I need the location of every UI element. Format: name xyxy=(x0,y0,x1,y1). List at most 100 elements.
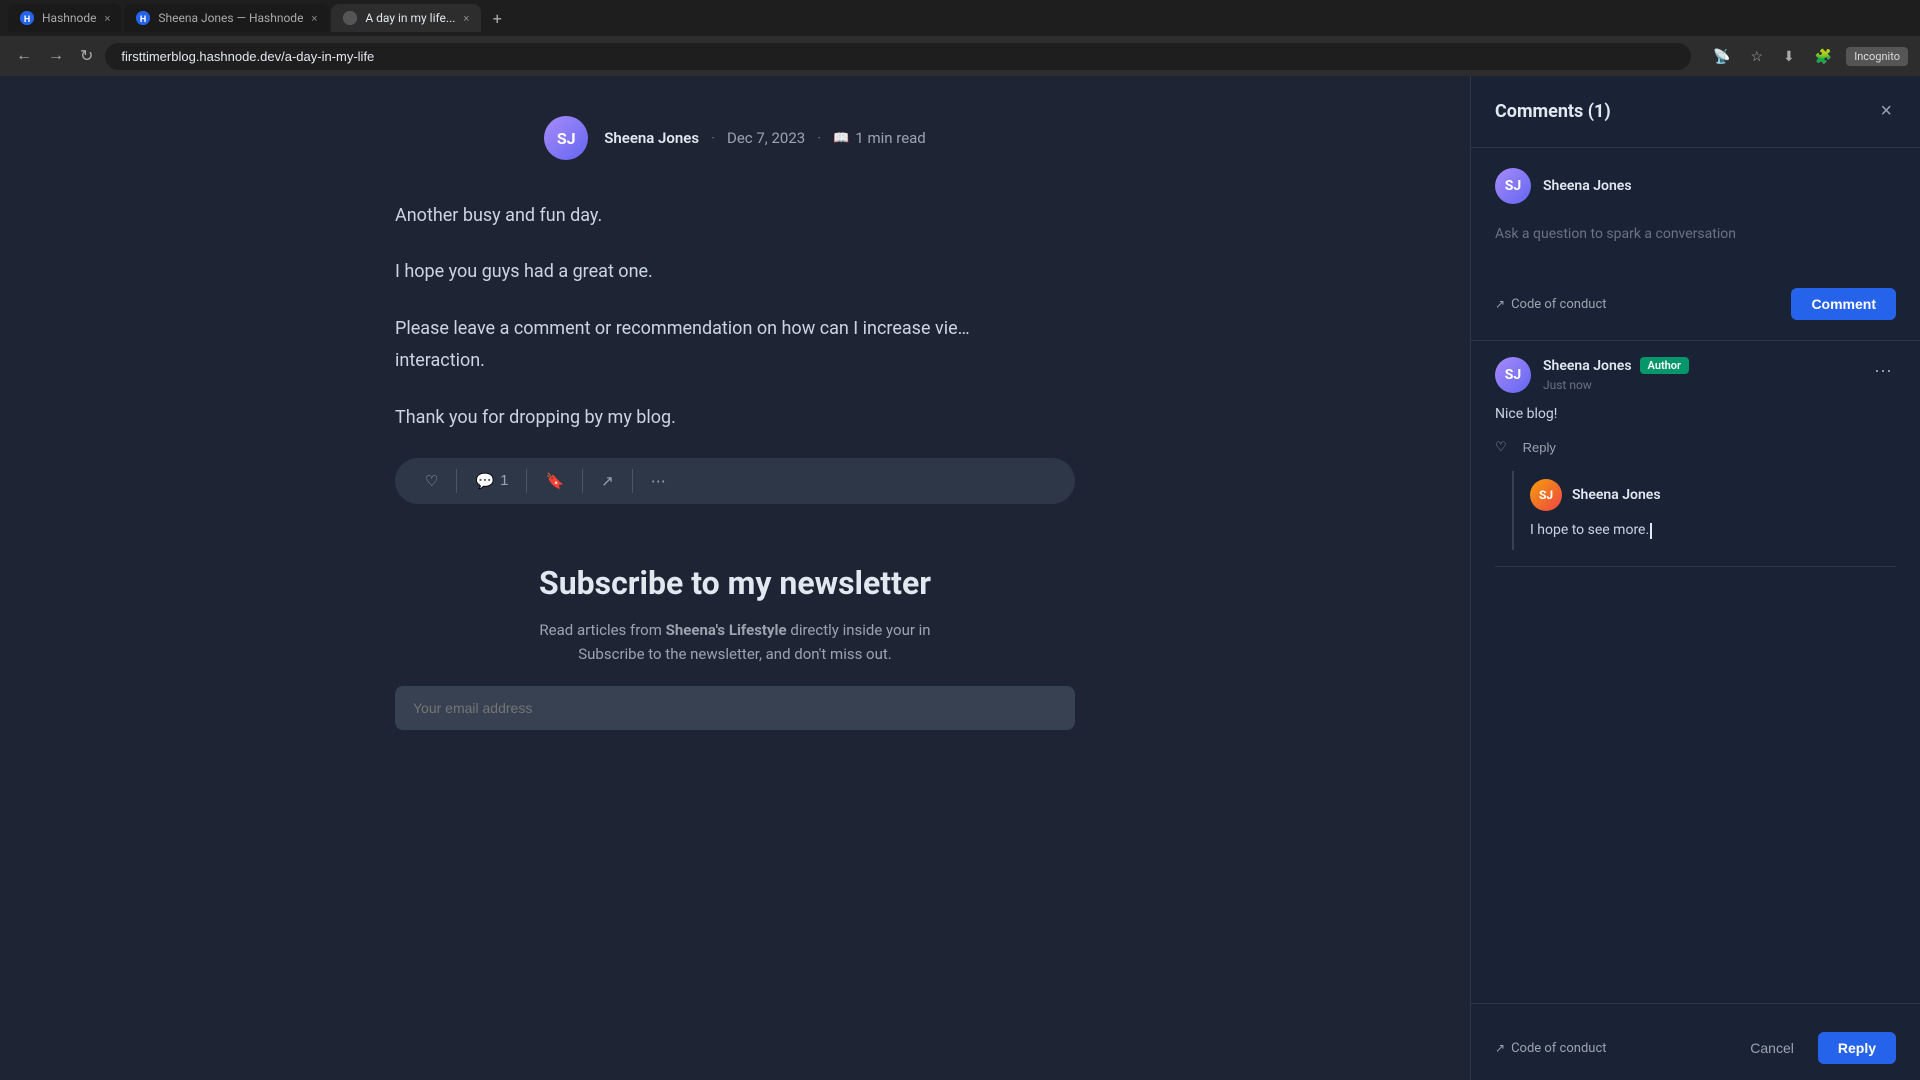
tab-hashnode[interactable]: H Hashnode × xyxy=(8,4,122,32)
post-body: Another busy and fun day. I hope you guy… xyxy=(395,200,1075,504)
extension-button[interactable]: 🧩 xyxy=(1809,44,1838,69)
reply-author-name: Sheena Jones xyxy=(1572,487,1661,503)
tab-aday[interactable]: A day in my life... × xyxy=(331,4,481,32)
forward-button[interactable]: → xyxy=(44,43,68,69)
download-button[interactable]: ⬇ xyxy=(1777,44,1801,69)
code-of-conduct-label-2: Code of conduct xyxy=(1511,1041,1606,1056)
comments-close-button[interactable]: × xyxy=(1876,96,1896,127)
url-input[interactable] xyxy=(105,43,1691,70)
like-button[interactable]: ♡ xyxy=(415,466,448,496)
comment-text: Nice blog! xyxy=(1495,403,1896,425)
comments-count: 1 xyxy=(1594,101,1604,122)
comment-like-icon: ♡ xyxy=(1495,439,1507,455)
hashnode-favicon-icon: H xyxy=(20,11,34,25)
new-tab-button[interactable]: + xyxy=(483,4,511,32)
tab-aday-label: A day in my life... xyxy=(365,11,455,25)
paragraph-4: Thank you for dropping by my blog. xyxy=(395,402,1075,434)
code-of-conduct-label-1: Code of conduct xyxy=(1511,297,1606,312)
cast-button[interactable]: 📡 xyxy=(1707,44,1736,69)
tab-aday-close[interactable]: × xyxy=(463,12,469,25)
paragraph-2: I hope you guys had a great one. xyxy=(395,256,1075,288)
bookmark-star-button[interactable]: ☆ xyxy=(1744,44,1769,69)
tab-sheena-label: Sheena Jones — Hashnode xyxy=(158,11,303,25)
back-button[interactable]: ← xyxy=(12,43,36,69)
comment-author-row: Sheena Jones Author xyxy=(1543,357,1858,374)
comments-label: Comments ( xyxy=(1495,101,1594,122)
tab-sheena-close[interactable]: × xyxy=(311,12,317,25)
read-time-text: 1 min read xyxy=(855,129,925,147)
browser-actions: 📡 ☆ ⬇ 🧩 Incognito xyxy=(1707,44,1908,69)
post-meta: SJ Sheena Jones · Dec 7, 2023 · 📖 1 min … xyxy=(544,116,926,160)
aday-favicon-icon xyxy=(343,11,357,25)
reply-thread: SJ Sheena Jones I hope to see more. xyxy=(1512,471,1896,549)
newsletter-email-input[interactable] xyxy=(395,686,1075,730)
comments-list: SJ Sheena Jones Author Just now ⋯ Nice b… xyxy=(1471,341,1920,1003)
book-icon: 📖 xyxy=(833,131,849,146)
comment-button[interactable]: 💬 1 xyxy=(465,466,518,496)
comment-author-name: Sheena Jones xyxy=(1543,358,1632,374)
external-link-icon-1: ↗ xyxy=(1495,297,1505,311)
newsletter-blog-name: Sheena's Lifestyle xyxy=(666,621,787,639)
tab-hashnode-close[interactable]: × xyxy=(105,12,111,25)
reply-cancel-button[interactable]: Cancel xyxy=(1734,1032,1810,1064)
action-divider-1 xyxy=(456,469,457,493)
main-area: SJ Sheena Jones · Dec 7, 2023 · 📖 1 min … xyxy=(0,76,1920,1080)
comment-actions: ♡ Reply xyxy=(1495,435,1896,459)
compose-user-name: Sheena Jones xyxy=(1543,178,1632,194)
comment-icon: 💬 xyxy=(475,472,494,490)
tab-bar: H Hashnode × H Sheena Jones — Hashnode ×… xyxy=(0,0,1920,36)
comment-more-button[interactable]: ⋯ xyxy=(1870,357,1896,386)
comment-like-button[interactable]: ♡ xyxy=(1495,435,1507,459)
compose-user-row: SJ Sheena Jones xyxy=(1495,168,1896,204)
action-divider-2 xyxy=(526,469,527,493)
reply-item: SJ Sheena Jones I hope to see more. xyxy=(1530,471,1896,549)
sheena-favicon-icon: H xyxy=(136,11,150,25)
comment-count: 1 xyxy=(500,472,508,489)
comment-submit-button[interactable]: Comment xyxy=(1791,288,1896,320)
comment-time: Just now xyxy=(1543,378,1592,392)
comment-header: SJ Sheena Jones Author Just now ⋯ xyxy=(1495,357,1896,393)
post-meta-info: Sheena Jones · Dec 7, 2023 · 📖 1 min rea… xyxy=(604,129,926,147)
newsletter-input-row xyxy=(395,686,1075,730)
comment-reply-label: Reply xyxy=(1523,440,1556,455)
comment-item: SJ Sheena Jones Author Just now ⋯ Nice b… xyxy=(1495,341,1896,567)
code-of-conduct-link-2[interactable]: ↗ Code of conduct xyxy=(1495,1041,1607,1056)
bookmark-button[interactable]: 🔖 xyxy=(535,466,574,496)
action-divider-4 xyxy=(632,469,633,493)
comments-title: Comments (1) xyxy=(1495,101,1611,122)
author-name: Sheena Jones xyxy=(604,129,699,147)
action-divider-3 xyxy=(582,469,583,493)
reply-compose-buttons: Cancel Reply xyxy=(1734,1032,1896,1064)
comment-meta: Sheena Jones Author Just now xyxy=(1543,357,1858,393)
post-date: Dec 7, 2023 xyxy=(727,129,805,147)
more-options-button[interactable]: ⋯ xyxy=(641,466,676,496)
reload-button[interactable]: ↻ xyxy=(76,42,97,70)
address-bar: ← → ↻ 📡 ☆ ⬇ 🧩 Incognito xyxy=(0,36,1920,76)
svg-text:H: H xyxy=(140,15,146,25)
reply-author-avatar: SJ xyxy=(1530,479,1562,511)
bookmark-icon: 🔖 xyxy=(545,472,564,490)
comments-header: Comments (1) × xyxy=(1471,76,1920,148)
comments-close-paren: ) xyxy=(1604,101,1610,122)
compose-placeholder-text[interactable]: Ask a question to spark a conversation xyxy=(1495,216,1896,276)
comment-author-avatar: SJ xyxy=(1495,357,1531,393)
newsletter-section: Subscribe to my newsletter Read articles… xyxy=(395,564,1075,730)
share-button[interactable]: ↗ xyxy=(591,466,624,496)
comments-panel: Comments (1) × SJ Sheena Jones Ask a que… xyxy=(1470,76,1920,1080)
like-icon: ♡ xyxy=(425,472,438,490)
author-badge: Author xyxy=(1640,357,1689,374)
read-time: 📖 1 min read xyxy=(833,129,926,147)
newsletter-title: Subscribe to my newsletter xyxy=(395,564,1075,602)
share-icon: ↗ xyxy=(601,472,614,490)
compose-avatar: SJ xyxy=(1495,168,1531,204)
paragraph-3: Please leave a comment or recommendation… xyxy=(395,313,1075,378)
reply-header: SJ Sheena Jones xyxy=(1530,479,1896,511)
reply-compose-area: ↗ Code of conduct Cancel Reply xyxy=(1471,1003,1920,1080)
tab-hashnode-label: Hashnode xyxy=(42,11,97,25)
comment-reply-button[interactable]: Reply xyxy=(1523,436,1556,459)
code-of-conduct-link-1[interactable]: ↗ Code of conduct xyxy=(1495,297,1607,312)
reply-text: I hope to see more. xyxy=(1530,519,1896,541)
author-avatar: SJ xyxy=(544,116,588,160)
tab-sheena[interactable]: H Sheena Jones — Hashnode × xyxy=(124,4,329,32)
reply-submit-button[interactable]: Reply xyxy=(1818,1032,1896,1064)
